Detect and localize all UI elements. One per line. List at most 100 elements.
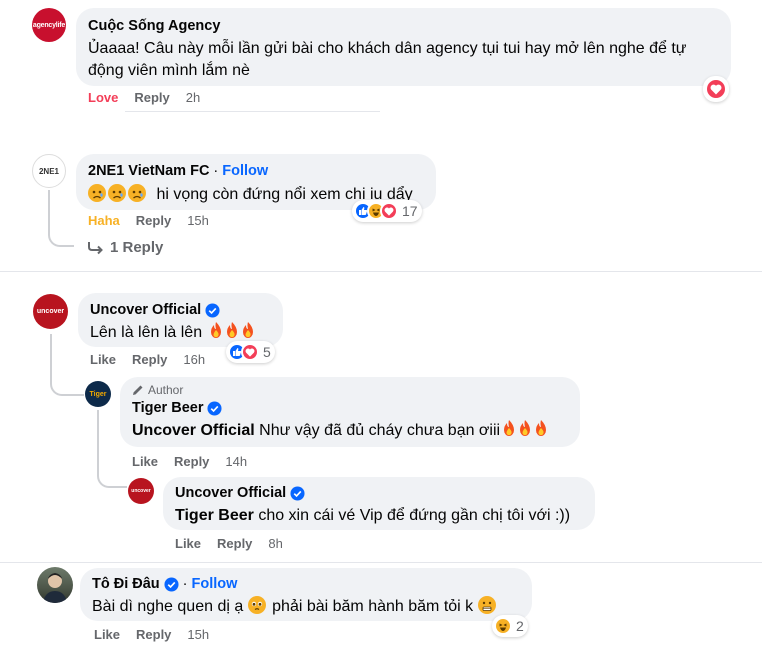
reaction-button[interactable]: Like [175,536,201,551]
replies-count-label: 1 Reply [110,239,164,256]
verified-badge-icon [290,486,305,501]
reaction-summary[interactable] [703,76,729,102]
divider [0,562,762,563]
verified-badge-icon [207,401,222,416]
person-photo-icon [43,573,67,603]
comment-bubble: Cuộc Sống Agency Ủaaaa! Câu này mỗi lần … [76,8,731,86]
comment-author[interactable]: 2NE1 VietNam FC [88,162,209,181]
author-tag: Author [132,383,568,397]
comment-bubble: Uncover Official Lên là lên là lên [78,293,283,347]
reply-button[interactable]: Reply [174,454,209,469]
reply-button[interactable]: Reply [136,627,171,642]
timestamp[interactable]: 2h [186,90,200,105]
avatar[interactable]: Tiger [85,381,111,407]
comment-actions: Haha Reply 15h [88,213,209,228]
comment-actions: Love Reply 2h [88,90,200,105]
reaction-count: 5 [263,344,271,360]
avatar-logo-text: uncover [36,308,65,315]
comment-content: Uncover Official Như vậy đã đủ cháy chưa… [132,420,568,442]
verified-badge-icon [205,303,220,318]
comment-actions: Like Reply 14h [132,454,247,469]
comment-text: Như vậy đã đủ cháy chưa bạn ơiii [259,422,501,439]
avatar[interactable] [37,567,73,603]
comment-author[interactable]: Cuộc Sống Agency [88,17,220,36]
mention-link[interactable]: Uncover Official [132,422,255,439]
love-reaction-icon [241,343,259,361]
timestamp[interactable]: 14h [225,454,247,469]
verified-badge-icon [164,577,179,592]
grimace-emoji-icon [477,596,496,614]
reaction-button[interactable]: Love [88,90,118,105]
fire-emoji-icon [536,420,547,436]
reply-button[interactable]: Reply [217,536,252,551]
timestamp[interactable]: 8h [268,536,282,551]
fire-emoji-icon [210,322,221,338]
avatar[interactable]: 2NE1 [32,154,66,188]
love-reaction-icon [380,202,398,220]
thread-line [48,190,50,230]
comment-content: Bài dì nghe quen dị ạ phải bài băm hành … [92,596,520,618]
avatar[interactable]: uncover [33,294,68,329]
fire-emoji-icon [226,322,237,338]
sad-emoji-icon [88,184,106,202]
thread-curve [97,464,127,488]
timestamp[interactable]: 15h [187,627,209,642]
comment-actions: Like Reply 16h [90,352,205,367]
reaction-count: 17 [402,203,418,219]
fire-emoji-icon [520,420,531,436]
comment-actions: Like Reply 8h [175,536,283,551]
pleading-emoji-icon [247,596,266,614]
comment-bubble: Author Tiger Beer Uncover Official Như v… [120,377,580,447]
follow-button[interactable]: Follow [222,162,268,181]
comment-text: cho xin cái vé Vip để đứng gần chị tôi v… [258,507,571,524]
comment-author[interactable]: Uncover Official [175,484,286,503]
fire-emoji-icon [242,322,253,338]
thread-curve [48,225,74,247]
sad-emoji-icon [128,184,146,202]
reply-button[interactable]: Reply [136,213,171,228]
author-tag-label: Author [148,383,184,397]
comment-text: Lên là lên là lên [90,324,203,341]
avatar[interactable]: uncover [128,478,154,504]
pencil-icon [133,385,143,395]
reply-arrow-icon [88,241,103,254]
avatar-logo-text: 2NE1 [38,166,59,176]
avatar-logo-text: Tiger [89,390,107,398]
thread-curve [50,370,84,396]
avatar-logo-text: uncover [131,488,151,494]
love-reaction-icon [705,78,727,100]
reaction-button[interactable]: Haha [88,213,120,228]
reaction-summary[interactable]: 5 [226,341,275,363]
timestamp[interactable]: 15h [187,213,209,228]
comment-author[interactable]: Tiger Beer [132,399,203,418]
reaction-summary[interactable]: 2 [492,615,528,637]
reaction-button[interactable]: Like [90,352,116,367]
divider [125,111,380,112]
fire-emoji-icon [504,420,515,436]
reply-button[interactable]: Reply [134,90,169,105]
comment-text: Ủaaaa! Câu này mỗi lần gửi bài cho khách… [88,40,687,79]
comment-text: phải bài băm hành băm tỏi k [272,598,474,615]
reaction-button[interactable]: Like [132,454,158,469]
avatar-logo-text: agencylife [32,21,66,29]
comment-bubble: Tô Đi Đâu · Follow Bài dì nghe quen dị ạ… [80,568,532,621]
follow-button[interactable]: Follow [192,575,238,594]
sad-emoji-icon [108,184,126,202]
timestamp[interactable]: 16h [183,352,205,367]
reaction-summary[interactable]: 17 [352,200,422,222]
reply-button[interactable]: Reply [132,352,167,367]
comment-text: Bài dì nghe quen dị ạ [92,598,244,615]
haha-reaction-icon [494,617,512,635]
divider [0,271,762,272]
reaction-count: 2 [516,618,524,634]
comment-content: Tiger Beer cho xin cái vé Vip để đứng gầ… [175,505,583,527]
comment-actions: Like Reply 15h [94,627,209,642]
thread-line [97,410,99,472]
mention-link[interactable]: Tiger Beer [175,507,254,524]
reaction-button[interactable]: Like [94,627,120,642]
view-replies-link[interactable]: 1 Reply [88,239,163,256]
avatar[interactable]: agencylife [32,8,66,42]
comment-author[interactable]: Uncover Official [90,301,201,320]
comment-bubble: Uncover Official Tiger Beer cho xin cái … [163,477,595,530]
comment-author[interactable]: Tô Đi Đâu [92,575,160,594]
